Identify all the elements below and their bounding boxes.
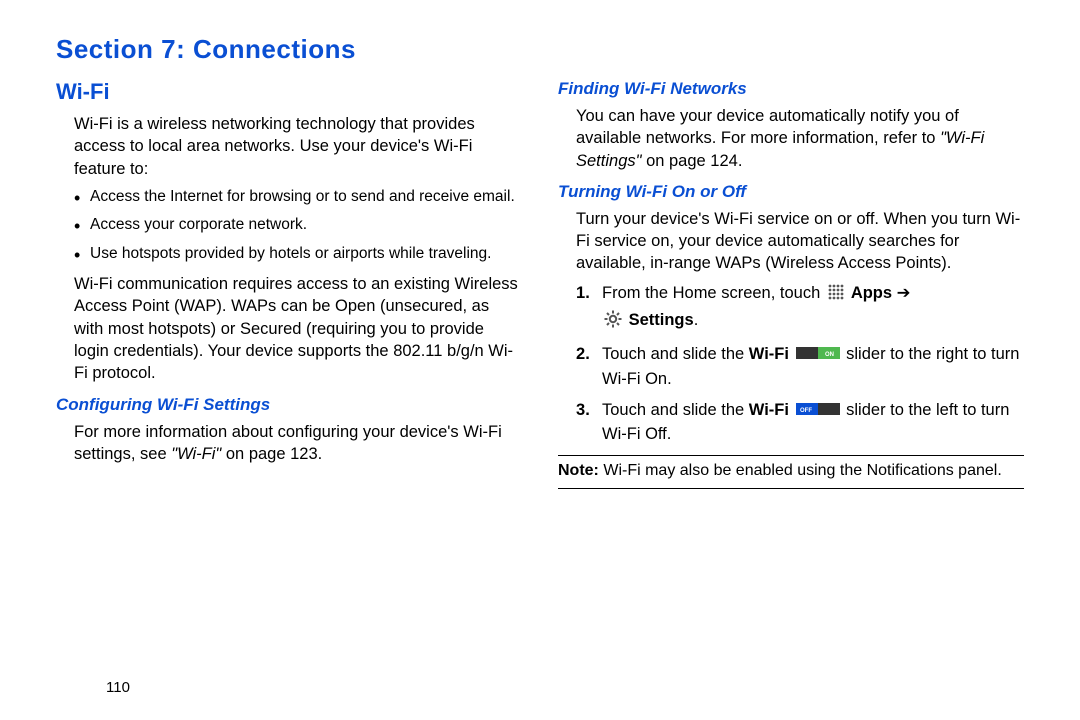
page-number: 110 xyxy=(106,679,130,696)
wifi-label: Wi-Fi xyxy=(749,401,789,419)
turning-heading: Turning Wi-Fi On or Off xyxy=(558,182,1024,202)
step-item: Touch and slide the Wi-Fi ON slider to t… xyxy=(576,342,1024,392)
svg-text:ON: ON xyxy=(825,352,834,358)
note-label: Note: xyxy=(558,462,599,479)
apps-label: Apps xyxy=(847,284,897,302)
text: Touch and slide the xyxy=(602,345,749,363)
divider xyxy=(558,455,1024,456)
svg-text:OFF: OFF xyxy=(800,408,812,414)
configuring-paragraph: For more information about configuring y… xyxy=(74,421,522,466)
slider-off-icon: OFF xyxy=(796,400,840,416)
two-column-layout: Wi-Fi Wi-Fi is a wireless networking tec… xyxy=(56,79,1024,495)
slider-on-icon: ON xyxy=(796,344,840,360)
finding-heading: Finding Wi-Fi Networks xyxy=(558,79,1024,99)
configuring-heading: Configuring Wi-Fi Settings xyxy=(56,395,522,415)
text: You can have your device automatically n… xyxy=(576,107,959,147)
list-item: Access your corporate network. xyxy=(74,214,522,236)
turning-intro: Turn your device's Wi-Fi service on or o… xyxy=(576,208,1024,275)
wifi-wap-paragraph: Wi-Fi communication requires access to a… xyxy=(74,273,522,384)
note-text: Wi-Fi may also be enabled using the Noti… xyxy=(599,462,1002,479)
finding-paragraph: You can have your device automatically n… xyxy=(576,105,1024,172)
settings-label: Settings xyxy=(629,311,694,329)
cross-reference: "Wi-Fi" xyxy=(171,445,221,463)
step-item: Touch and slide the Wi-Fi OFF slider to … xyxy=(576,398,1024,448)
wifi-feature-bullets: Access the Internet for browsing or to s… xyxy=(74,186,522,265)
wifi-intro: Wi-Fi is a wireless networking technolog… xyxy=(74,113,522,180)
step-item: From the Home screen, touch Apps ➔ Setti… xyxy=(576,281,1024,337)
manual-page: Section 7: Connections Wi-Fi Wi-Fi is a … xyxy=(0,0,1080,720)
divider xyxy=(558,488,1024,489)
arrow: ➔ xyxy=(897,284,911,302)
list-item: Access the Internet for browsing or to s… xyxy=(74,186,522,208)
text: Touch and slide the xyxy=(602,401,749,419)
section-title: Section 7: Connections xyxy=(56,34,1024,65)
gear-icon xyxy=(604,310,622,336)
right-column: Finding Wi-Fi Networks You can have your… xyxy=(558,79,1024,495)
text: on page 124. xyxy=(641,152,742,170)
apps-icon xyxy=(827,283,845,309)
text: From the Home screen, touch xyxy=(602,284,825,302)
left-column: Wi-Fi Wi-Fi is a wireless networking tec… xyxy=(56,79,522,495)
text: on page 123. xyxy=(221,445,322,463)
turning-steps: From the Home screen, touch Apps ➔ Setti… xyxy=(576,281,1024,448)
text: . xyxy=(694,311,699,329)
note-paragraph: Note: Wi-Fi may also be enabled using th… xyxy=(558,462,1024,480)
wifi-heading: Wi-Fi xyxy=(56,79,522,105)
list-item: Use hotspots provided by hotels or airpo… xyxy=(74,243,522,265)
wifi-label: Wi-Fi xyxy=(749,345,789,363)
